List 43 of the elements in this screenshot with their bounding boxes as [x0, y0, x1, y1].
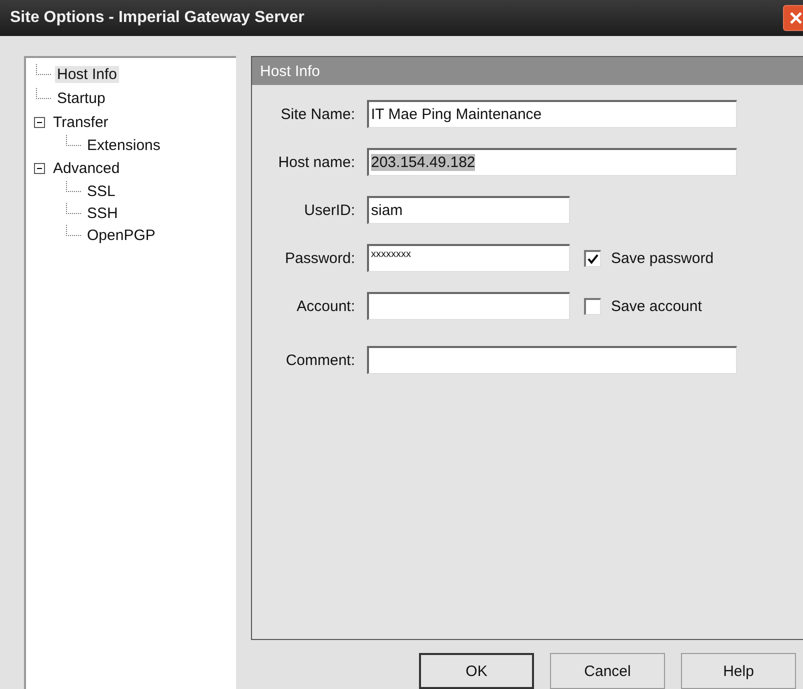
dialog-button[interactable]: Help	[681, 653, 796, 689]
tree-line	[66, 180, 81, 192]
input-field[interactable]: 203.154.49.182	[367, 148, 737, 176]
checkbox-label: Save password	[611, 250, 714, 266]
tree-line	[66, 224, 81, 236]
input-field[interactable]	[367, 292, 570, 320]
field-label: Host name:	[277, 154, 355, 170]
tree-item[interactable]: Host Info	[55, 66, 120, 82]
tree-line	[66, 202, 81, 214]
field-label: Comment:	[284, 352, 355, 368]
field-label: Password:	[284, 250, 355, 266]
tree-item[interactable]: Extensions	[85, 136, 162, 154]
tree-item[interactable]: SSL	[85, 182, 118, 200]
checkbox-label: Save account	[611, 298, 702, 314]
field-value: siam	[371, 202, 403, 219]
close-button[interactable]	[783, 5, 803, 31]
tree-item[interactable]: Advanced	[51, 160, 122, 176]
tree-line	[66, 134, 81, 146]
field-label: UserID:	[303, 202, 355, 218]
input-field[interactable]: xxxxxxxx	[367, 244, 570, 272]
checkbox[interactable]	[584, 298, 601, 314]
field-value: IT Mae Ping Maintenance	[371, 106, 542, 123]
tree-item[interactable]: Transfer	[51, 114, 110, 130]
tree-item[interactable]: OpenPGP	[85, 226, 158, 244]
dialog-button[interactable]: OK	[419, 653, 534, 689]
expander-toggle[interactable]	[34, 162, 45, 174]
tree-item[interactable]: SSH	[85, 204, 120, 222]
expander-toggle[interactable]	[34, 116, 45, 128]
panel-title: Host Info	[260, 62, 320, 80]
window-title: Site Options - Imperial Gateway Server	[10, 9, 304, 27]
input-field[interactable]: siam	[367, 196, 570, 224]
field-value: xxxxxxxx	[371, 249, 411, 260]
tree-line	[36, 88, 51, 98]
dialog-button[interactable]: Cancel	[550, 653, 665, 689]
field-label: Account:	[296, 298, 355, 314]
field-label: Site Name:	[280, 106, 355, 122]
input-field[interactable]: IT Mae Ping Maintenance	[367, 100, 737, 128]
close-icon	[789, 11, 803, 25]
field-value: 203.154.49.182	[371, 154, 476, 171]
input-field[interactable]	[367, 346, 737, 374]
tree-item[interactable]: Startup	[55, 90, 108, 106]
checkbox[interactable]	[584, 250, 601, 266]
tree-line	[36, 64, 51, 74]
